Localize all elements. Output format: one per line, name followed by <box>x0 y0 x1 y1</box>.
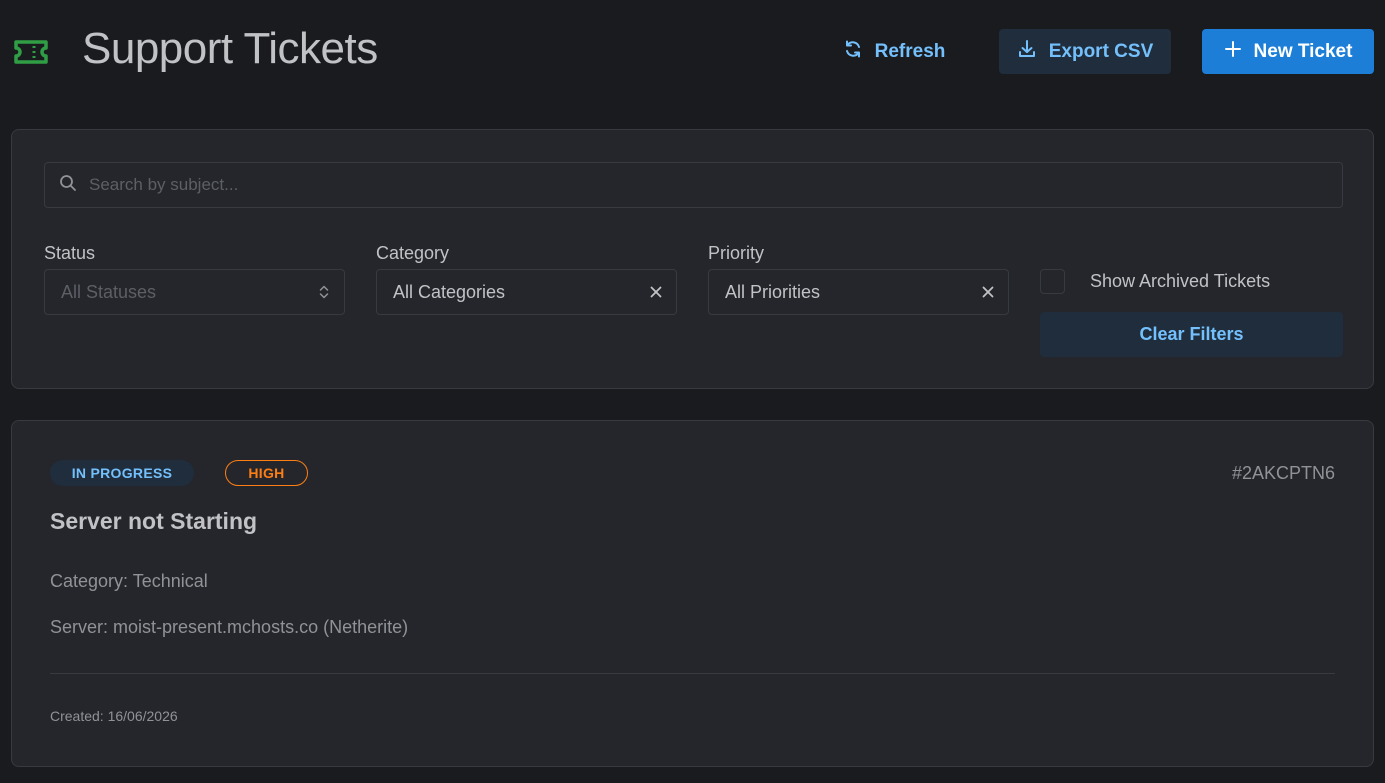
new-ticket-label: New Ticket <box>1253 40 1353 62</box>
chevron-updown-icon <box>304 284 344 300</box>
show-archived-toggle[interactable]: Show Archived Tickets <box>1040 268 1270 294</box>
page-header: Support Tickets Refresh Export CSV New T… <box>0 0 1385 104</box>
refresh-label: Refresh <box>874 40 946 62</box>
refresh-icon <box>843 39 875 65</box>
page-title: Support Tickets <box>82 24 378 73</box>
priority-label: Priority <box>708 243 765 263</box>
plus-icon <box>1224 40 1254 64</box>
category-select[interactable]: All Categories <box>376 269 677 315</box>
show-archived-label: Show Archived Tickets <box>1090 270 1271 291</box>
category-label: Category <box>376 243 450 263</box>
divider <box>50 673 1335 674</box>
search-field[interactable] <box>44 162 1343 208</box>
status-label: Status <box>44 243 96 263</box>
category-value: All Categories <box>393 281 506 302</box>
ticket-card[interactable]: IN PROGRESS HIGH #2AKCPTN6 Server not St… <box>11 420 1374 767</box>
ticket-category: Category: Technical <box>50 571 208 591</box>
ticket-icon <box>12 36 50 68</box>
priority-value: All Priorities <box>725 281 821 302</box>
download-icon <box>1017 39 1049 65</box>
priority-select[interactable]: All Priorities <box>708 269 1009 315</box>
ticket-subject: Server not Starting <box>50 508 258 534</box>
search-input[interactable] <box>89 175 1289 195</box>
refresh-button[interactable]: Refresh <box>830 29 958 74</box>
status-badge: IN PROGRESS <box>50 460 194 486</box>
ticket-id: #2AKCPTN6 <box>1231 463 1335 483</box>
search-icon <box>59 174 89 197</box>
priority-badge: HIGH <box>225 460 308 486</box>
status-select[interactable]: All Statuses <box>44 269 345 315</box>
clear-filters-button[interactable]: Clear Filters <box>1040 312 1343 357</box>
status-value: All Statuses <box>61 281 157 302</box>
ticket-server: Server: moist-present.mchosts.co (Nether… <box>50 617 409 637</box>
new-ticket-button[interactable]: New Ticket <box>1202 29 1374 74</box>
filter-panel: Status All Statuses Category All Categor… <box>11 129 1374 389</box>
export-csv-label: Export CSV <box>1048 40 1154 62</box>
clear-category-icon[interactable] <box>636 286 676 298</box>
show-archived-checkbox[interactable] <box>1040 268 1065 294</box>
ticket-created-date: Created: 16/06/2026 <box>50 708 178 724</box>
clear-priority-icon[interactable] <box>968 286 1008 298</box>
export-csv-button[interactable]: Export CSV <box>999 29 1171 74</box>
